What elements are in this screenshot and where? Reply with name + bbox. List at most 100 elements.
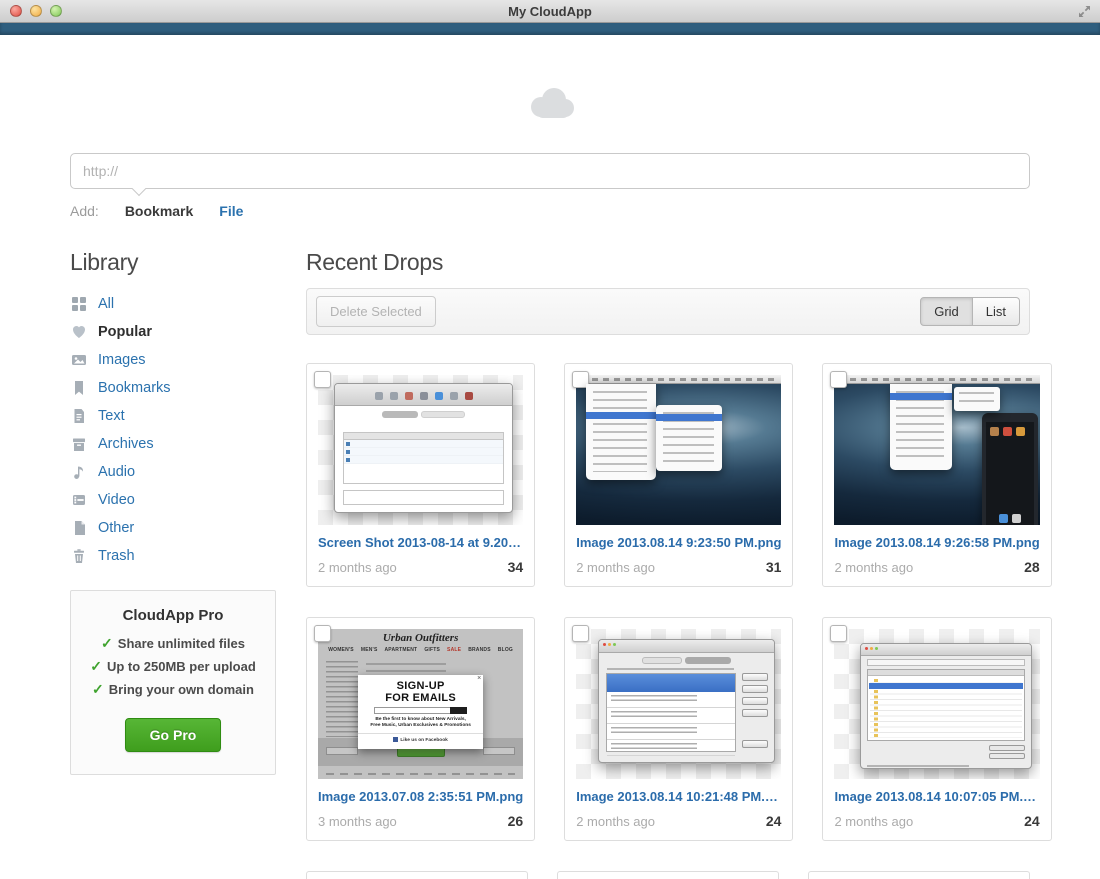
window-title: My CloudApp — [0, 4, 1100, 19]
thumb-toolbar-icons — [345, 392, 502, 400]
thumb-footer-links — [326, 773, 515, 775]
go-pro-button[interactable]: Go Pro — [125, 718, 222, 752]
drop-card-partial[interactable] — [557, 871, 779, 879]
thumb-tabs — [335, 411, 512, 418]
sidebar-item-label: Archives — [98, 436, 154, 452]
check-icon: ✓ — [90, 658, 102, 674]
drop-thumbnail-mac-preferences[interactable] — [318, 375, 523, 525]
sidebar-item-label: Other — [98, 520, 134, 536]
thumb-menubar — [834, 375, 1039, 384]
drop-thumbnail-desktop-menu[interactable] — [576, 375, 781, 525]
thumb-email-input — [374, 707, 467, 714]
drop-age: 2 months ago — [834, 560, 913, 575]
drop-filename[interactable]: Image 2013.07.08 2:35:51 PM.png — [318, 789, 523, 804]
drop-thumbnail-avd-manager[interactable] — [576, 629, 781, 779]
sidebar-item-archives[interactable]: Archives — [70, 430, 276, 458]
drop-thumbnail-sdk-manager[interactable] — [834, 629, 1039, 779]
text-doc-icon — [70, 408, 87, 424]
sidebar-item-label: Audio — [98, 464, 135, 480]
library-heading: Library — [70, 249, 276, 276]
sidebar-item-video[interactable]: Video — [70, 486, 276, 514]
view-toggle: Grid List — [920, 297, 1020, 326]
pro-feature-label: Up to 250MB per upload — [107, 659, 256, 674]
thumb-dropdown-menu — [890, 384, 952, 470]
drop-view-count: 28 — [1024, 559, 1040, 575]
thumb-menubar — [576, 375, 781, 384]
drops-grid: Screen Shot 2013-08-14 at 9.20… 2 months… — [306, 363, 1030, 841]
music-note-icon — [70, 464, 87, 480]
drop-checkbox[interactable] — [314, 371, 331, 388]
heart-icon — [70, 324, 87, 340]
drop-filename[interactable]: Screen Shot 2013-08-14 at 9.20… — [318, 535, 523, 550]
drop-filename[interactable]: Image 2013.08.14 10:07:05 PM.… — [834, 789, 1039, 804]
library-list: All Popular Images Bookmarks — [70, 290, 276, 570]
thumb-selected-row — [607, 674, 735, 692]
drop-thumbnail-desktop-simulator[interactable] — [834, 375, 1039, 525]
drops-grid-next-row — [306, 871, 1030, 879]
drop-card-partial[interactable] — [306, 871, 528, 879]
drop-meta: 2 months ago 31 — [576, 559, 781, 575]
sidebar-item-popular[interactable]: Popular — [70, 318, 276, 346]
sidebar-item-audio[interactable]: Audio — [70, 458, 276, 486]
drop-card[interactable]: Image 2013.08.14 10:07:05 PM.… 2 months … — [822, 617, 1051, 841]
drop-card[interactable]: Screen Shot 2013-08-14 at 9.20… 2 months… — [306, 363, 535, 587]
drop-view-count: 26 — [508, 813, 524, 829]
trash-icon — [70, 548, 87, 564]
drop-meta: 3 months ago 26 — [318, 813, 523, 829]
drop-checkbox[interactable] — [314, 625, 331, 642]
check-icon: ✓ — [92, 681, 104, 697]
drop-filename[interactable]: Image 2013.08.14 9:26:58 PM.png — [834, 535, 1039, 550]
sidebar-item-other[interactable]: Other — [70, 514, 276, 542]
blank-doc-icon — [70, 520, 87, 536]
drop-card[interactable]: Urban Outfitters WOMEN'S MEN'S APARTMENT… — [306, 617, 535, 841]
drop-view-count: 24 — [1024, 813, 1040, 829]
thumb-site-nav: WOMEN'S MEN'S APARTMENT GIFTS SALE BRAND… — [318, 647, 523, 653]
drop-thumbnail-webpage-signup[interactable]: Urban Outfitters WOMEN'S MEN'S APARTMENT… — [318, 629, 523, 779]
window-titlebar: My CloudApp — [0, 0, 1100, 23]
drop-meta: 2 months ago 24 — [834, 813, 1039, 829]
thumb-selected-row — [869, 683, 1022, 689]
thumb-sidebar-links — [326, 661, 358, 737]
sidebar-item-trash[interactable]: Trash — [70, 542, 276, 570]
drop-age: 2 months ago — [834, 814, 913, 829]
cloudapp-pro-box: CloudApp Pro ✓Share unlimited files ✓Up … — [70, 590, 276, 775]
sidebar-item-all[interactable]: All — [70, 290, 276, 318]
fullscreen-icon[interactable] — [1077, 4, 1092, 19]
delete-selected-button[interactable]: Delete Selected — [316, 296, 436, 327]
drop-meta: 2 months ago 28 — [834, 559, 1039, 575]
thumb-package-list — [867, 669, 1024, 741]
archive-icon — [70, 436, 87, 452]
drop-card[interactable]: Image 2013.08.14 9:23:50 PM.png 2 months… — [564, 363, 793, 587]
thumb-ios-simulator — [982, 413, 1038, 525]
drop-checkbox[interactable] — [830, 625, 847, 642]
drop-view-count: 31 — [766, 559, 782, 575]
drop-view-count: 34 — [508, 559, 524, 575]
view-list-button[interactable]: List — [973, 297, 1020, 326]
drop-age: 2 months ago — [576, 560, 655, 575]
sidebar-item-bookmarks[interactable]: Bookmarks — [70, 374, 276, 402]
drop-card[interactable]: Image 2013.08.14 10:21:48 PM.… 2 months … — [564, 617, 793, 841]
sidebar-item-text[interactable]: Text — [70, 402, 276, 430]
pro-feature-label: Share unlimited files — [118, 636, 245, 651]
thumb-submenu — [954, 387, 1000, 411]
thumb-window-titlebar — [335, 384, 512, 406]
drop-checkbox[interactable] — [572, 625, 589, 642]
sidebar-item-images[interactable]: Images — [70, 346, 276, 374]
url-input[interactable] — [70, 153, 1030, 189]
pro-feature: ✓Share unlimited files — [81, 635, 265, 652]
drop-filename[interactable]: Image 2013.08.14 10:21:48 PM.… — [576, 789, 781, 804]
drop-checkbox[interactable] — [830, 371, 847, 388]
thumb-path-field — [867, 659, 1024, 666]
drop-filename[interactable]: Image 2013.08.14 9:23:50 PM.png — [576, 535, 781, 550]
drop-age: 2 months ago — [318, 560, 397, 575]
close-icon: × — [477, 675, 481, 682]
view-grid-button[interactable]: Grid — [920, 297, 973, 326]
tab-add-bookmark[interactable]: Bookmark — [125, 203, 193, 219]
pro-feature: ✓Bring your own domain — [81, 681, 265, 698]
drop-card-partial[interactable] — [808, 871, 1030, 879]
add-row: Add: Bookmark File — [70, 203, 1030, 219]
drop-age: 3 months ago — [318, 814, 397, 829]
drop-card[interactable]: Image 2013.08.14 9:26:58 PM.png 2 months… — [822, 363, 1051, 587]
tab-add-file[interactable]: File — [219, 203, 243, 219]
drop-meta: 2 months ago 24 — [576, 813, 781, 829]
